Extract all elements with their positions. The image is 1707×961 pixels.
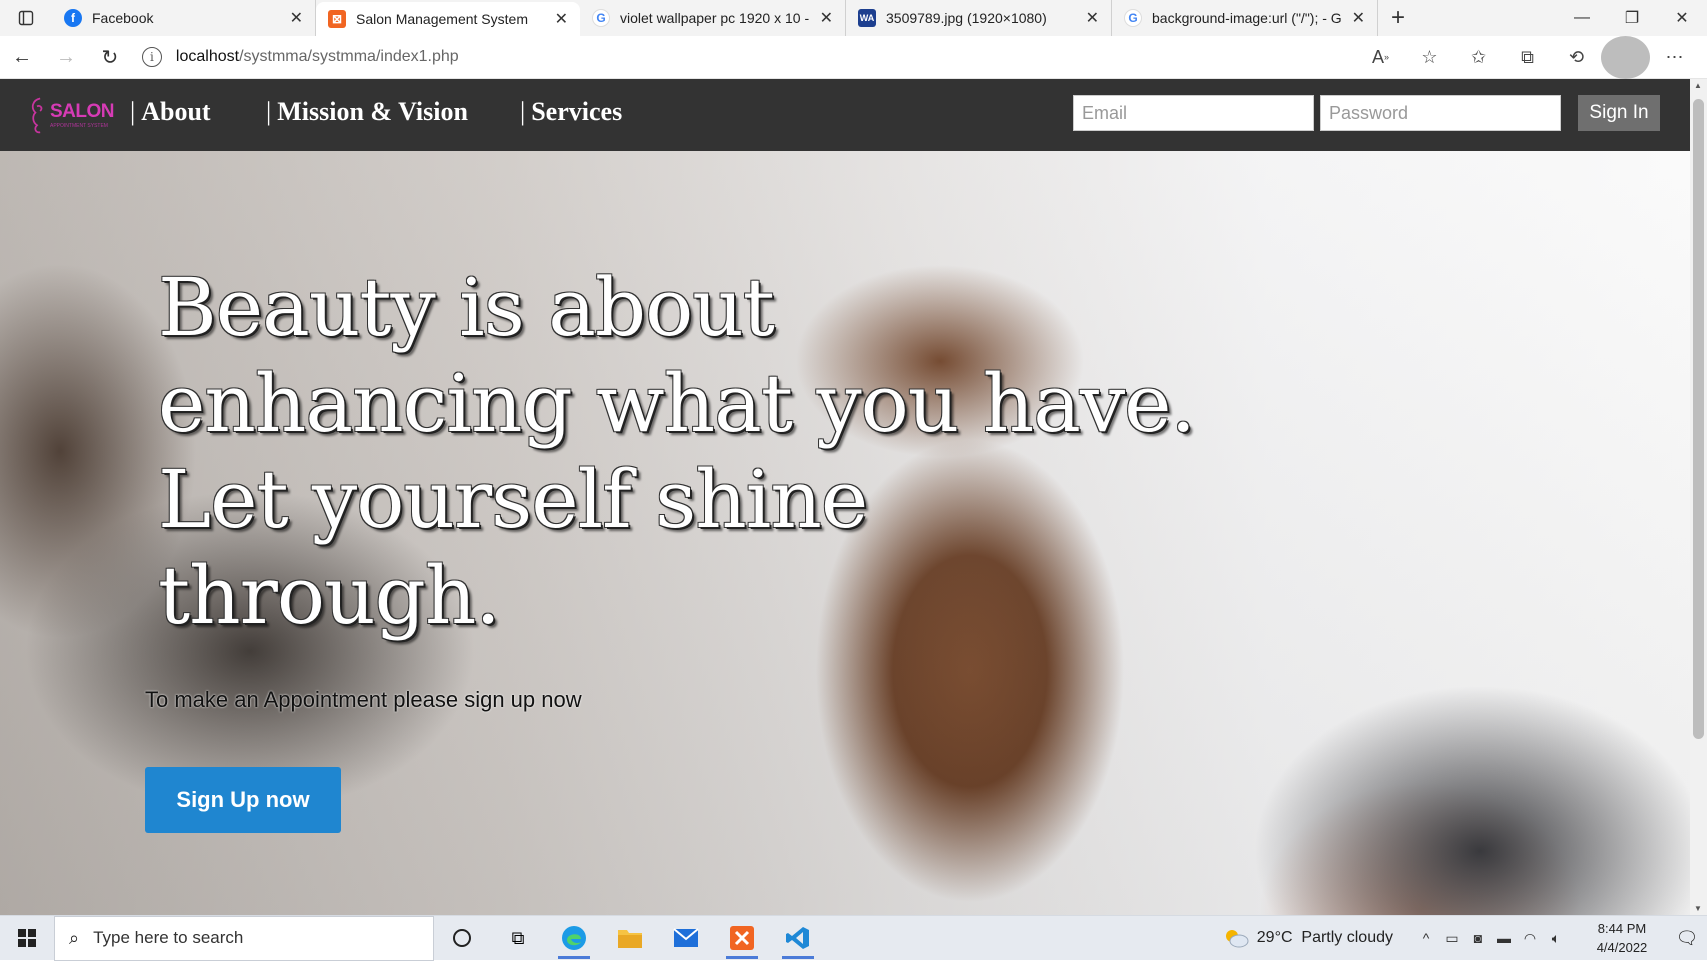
close-tab-icon[interactable]: ✕ xyxy=(555,9,568,29)
salon-silhouette-icon xyxy=(31,97,43,134)
browser-toolbar: A» ☆ ✩ ⧉ ⟲ ⋯ xyxy=(1356,35,1699,79)
scroll-up-icon[interactable]: ▲ xyxy=(1694,81,1702,90)
url-host: localhost xyxy=(175,48,240,65)
close-tab-icon[interactable]: ✕ xyxy=(1086,8,1099,28)
scrollbar-thumb[interactable] xyxy=(1693,99,1704,739)
window-controls: — ❐ ✕ xyxy=(1557,0,1707,36)
mail-button[interactable] xyxy=(658,916,714,961)
appointment-prompt: To make an Appointment please sign up no… xyxy=(145,687,582,712)
tab-facebook[interactable]: f Facebook ✕ xyxy=(52,0,316,36)
close-tab-icon[interactable]: ✕ xyxy=(1352,8,1365,28)
notification-center-icon[interactable]: 🗨︎ xyxy=(1667,928,1707,949)
page-scrollbar[interactable]: ▲ ▼ xyxy=(1690,79,1707,915)
browser-tab-strip: f Facebook ✕ ⊠ Salon Management System ✕… xyxy=(0,0,1707,36)
weather-widget[interactable]: 29°C Partly cloudy xyxy=(1223,928,1393,948)
page-viewport: SALON APPOINTMENT SYSTEM | About | Mission… xyxy=(0,79,1690,915)
read-aloud-icon[interactable]: A» xyxy=(1356,36,1405,79)
task-view-icon: ⧉ xyxy=(511,927,525,948)
more-options-icon[interactable]: ⋯ xyxy=(1650,36,1699,79)
collections-icon[interactable]: ⧉ xyxy=(1503,36,1552,79)
back-arrow-icon: ← xyxy=(11,45,32,68)
webcam-icon[interactable]: ◙ xyxy=(1465,930,1491,946)
new-tab-button[interactable]: + xyxy=(1378,4,1418,32)
favorites-icon[interactable]: ✩ xyxy=(1454,36,1503,79)
url-field[interactable]: i localhost/systmma/systmma/index1.php xyxy=(141,41,1356,73)
mail-icon xyxy=(673,928,699,947)
close-tab-icon[interactable]: ✕ xyxy=(290,8,303,28)
address-bar-row: ← → ↻ i localhost/systmma/systmma/index1… xyxy=(0,35,1707,79)
image-site-icon: WA xyxy=(858,9,876,27)
forward-button[interactable]: → xyxy=(44,36,88,79)
xampp-taskbar-button[interactable] xyxy=(714,916,770,961)
edge-taskbar-button[interactable] xyxy=(546,916,602,961)
nav-about[interactable]: | About xyxy=(130,97,211,127)
sign-in-button[interactable]: Sign In xyxy=(1578,95,1660,131)
google-icon: G xyxy=(592,9,610,27)
salon-logo[interactable]: SALON APPOINTMENT SYSTEM xyxy=(26,89,115,141)
tab-actions-button[interactable] xyxy=(0,0,52,36)
task-view-button[interactable]: ⧉ xyxy=(490,916,546,961)
forward-arrow-icon: → xyxy=(55,45,76,68)
start-button[interactable] xyxy=(0,916,54,961)
tab-salon-management[interactable]: ⊠ Salon Management System ✕ xyxy=(316,2,580,36)
avatar xyxy=(1601,35,1650,79)
cortana-button[interactable] xyxy=(434,916,490,961)
scroll-down-icon[interactable]: ▼ xyxy=(1694,904,1702,913)
xampp-icon xyxy=(730,926,754,950)
nav-services[interactable]: | Services xyxy=(520,97,622,127)
minimize-icon[interactable]: — xyxy=(1557,0,1607,36)
close-tab-icon[interactable]: ✕ xyxy=(820,8,833,28)
show-hidden-icons-icon[interactable]: ^ xyxy=(1413,930,1439,946)
url-path: /systmma/systmma/index1.php xyxy=(239,48,459,65)
nav-mission-vision[interactable]: | Mission & Vision xyxy=(266,97,468,127)
cortana-icon xyxy=(453,929,471,947)
site-navbar: SALON APPOINTMENT SYSTEM | About | Mission… xyxy=(0,79,1690,151)
back-button[interactable]: ← xyxy=(0,36,44,79)
refresh-icon: ↻ xyxy=(101,46,119,69)
windows-taskbar: ⌕ Type here to search ⧉ 29°C Partly clou… xyxy=(0,915,1707,961)
tab-actions-icon xyxy=(18,10,34,26)
password-field[interactable] xyxy=(1320,95,1561,131)
windows-logo-icon xyxy=(18,929,36,947)
facebook-icon: f xyxy=(64,9,82,27)
restore-icon[interactable]: ❐ xyxy=(1607,0,1657,36)
tab-violet-wallpaper[interactable]: G violet wallpaper pc 1920 x 10 - G ✕ xyxy=(580,0,846,36)
google-icon: G xyxy=(1124,9,1142,27)
folder-icon xyxy=(618,930,642,948)
hero-headline: Beauty is about enhancing what you have.… xyxy=(158,261,1196,642)
meet-now-icon[interactable]: ▭ xyxy=(1439,930,1465,947)
partly-cloudy-icon xyxy=(1225,930,1249,948)
sign-up-button[interactable]: Sign Up now xyxy=(145,767,341,833)
email-field[interactable] xyxy=(1073,95,1314,131)
edge-icon xyxy=(562,926,586,950)
taskbar-clock[interactable]: 8:44 PM 4/4/2022 xyxy=(1577,919,1667,957)
tab-image[interactable]: WA 3509789.jpg (1920×1080) ✕ xyxy=(846,0,1112,36)
file-explorer-button[interactable] xyxy=(602,916,658,961)
history-icon[interactable]: ⟲ xyxy=(1552,36,1601,79)
wifi-icon[interactable]: ◠ xyxy=(1517,930,1543,947)
close-window-icon[interactable]: ✕ xyxy=(1657,0,1707,36)
site-info-icon[interactable]: i xyxy=(141,47,162,67)
tab-background-image[interactable]: G background-image:url ("/"); - Go ✕ xyxy=(1112,0,1378,36)
system-tray: 29°C Partly cloudy ^ ▭ ◙ ▬ ◠ 🔈︎ 8:44 PM … xyxy=(1223,916,1707,961)
search-icon: ⌕ xyxy=(69,927,80,948)
battery-icon[interactable]: ▬ xyxy=(1491,930,1517,946)
xampp-icon: ⊠ xyxy=(328,10,346,28)
profile-avatar[interactable] xyxy=(1601,35,1650,79)
vscode-taskbar-button[interactable] xyxy=(770,916,826,961)
volume-icon[interactable]: 🔈︎ xyxy=(1543,930,1569,947)
vscode-icon xyxy=(786,927,809,949)
refresh-button[interactable]: ↻ xyxy=(88,36,132,79)
add-favorite-icon[interactable]: ☆ xyxy=(1405,36,1454,79)
taskbar-search-box[interactable]: ⌕ Type here to search xyxy=(54,915,434,961)
